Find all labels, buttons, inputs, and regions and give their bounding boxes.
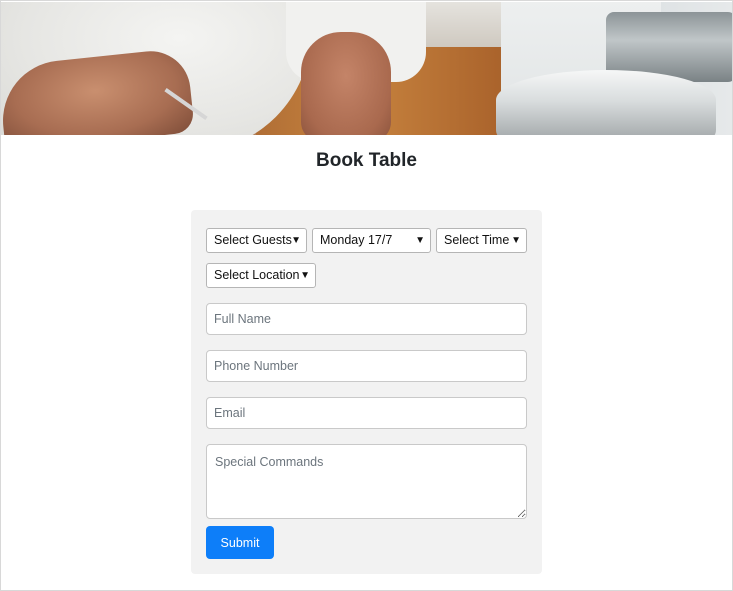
chevron-down-icon: ▼ xyxy=(291,235,301,246)
chevron-down-icon: ▼ xyxy=(511,235,521,246)
date-select-value: Monday 17/7 xyxy=(320,233,393,247)
hero-bowl xyxy=(496,70,716,135)
time-select[interactable]: Select Time ▼ xyxy=(436,228,527,253)
submit-button[interactable]: Submit xyxy=(206,526,274,559)
time-select-value: Select Time xyxy=(444,233,510,247)
page-title: Book Table xyxy=(316,150,417,171)
hero-image xyxy=(1,2,732,135)
date-select[interactable]: Monday 17/7 ▼ xyxy=(312,228,431,253)
guests-select[interactable]: Select Guests ▼ xyxy=(206,228,307,253)
phone-number-field[interactable] xyxy=(206,350,527,382)
booking-form: Select Guests ▼ Monday 17/7 ▼ Select Tim… xyxy=(191,210,542,574)
special-commands-field[interactable] xyxy=(206,444,527,519)
hero-chef-arm xyxy=(301,32,391,135)
chevron-down-icon: ▼ xyxy=(300,270,310,281)
location-select-value: Select Location xyxy=(214,268,300,282)
location-select[interactable]: Select Location ▼ xyxy=(206,263,316,288)
guests-select-value: Select Guests xyxy=(214,233,292,247)
email-field[interactable] xyxy=(206,397,527,429)
chevron-down-icon: ▼ xyxy=(415,235,425,246)
full-name-field[interactable] xyxy=(206,303,527,335)
